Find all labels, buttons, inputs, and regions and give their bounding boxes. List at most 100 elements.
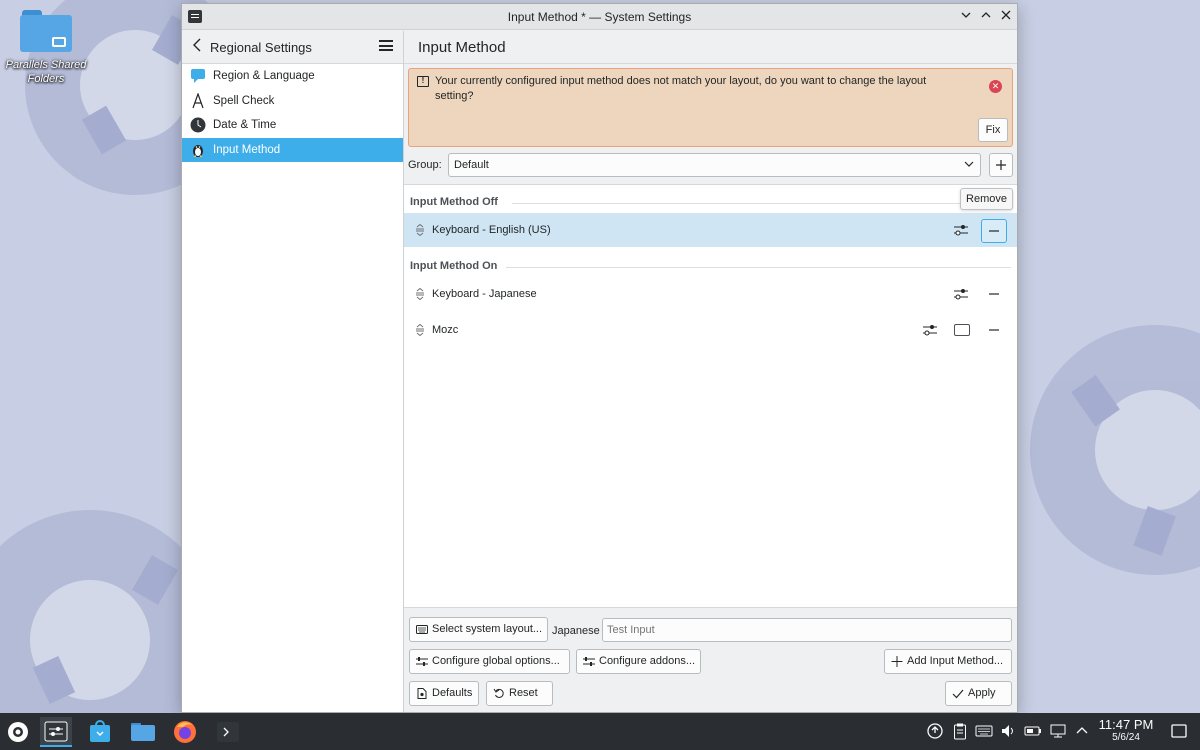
main-header: Input Method [404, 31, 1017, 64]
sidebar-item-label: Spell Check [213, 94, 275, 107]
configure-icon[interactable] [922, 322, 938, 338]
configure-icon [416, 657, 428, 666]
list-item[interactable]: Keyboard - Japanese [404, 277, 1017, 311]
network-icon[interactable] [1049, 722, 1067, 740]
add-input-method-label: Add Input Method... [907, 655, 1004, 667]
layout-mismatch-warning: ! Your currently configured input method… [408, 68, 1013, 147]
test-language-label: Japanese [552, 625, 600, 637]
tux-icon [193, 144, 203, 157]
input-method-list: Input Method Off Keyboard - English (US)… [404, 184, 1017, 608]
sidebar-item-spell-check[interactable]: Spell Check [182, 89, 403, 114]
drag-handle-icon [416, 224, 424, 236]
clipboard-icon[interactable] [951, 722, 969, 740]
test-input-field[interactable] [602, 618, 1012, 642]
region-language-icon [191, 69, 205, 83]
configure-addons-button[interactable]: Configure addons... [576, 649, 701, 674]
drag-handle-icon [416, 324, 424, 336]
list-item[interactable]: Keyboard - English (US) [404, 213, 1017, 247]
terminal-icon [217, 722, 239, 742]
remove-button[interactable] [981, 219, 1007, 243]
sidebar-item-label: Input Method [213, 143, 281, 156]
spell-check-icon [192, 92, 204, 108]
defaults-button[interactable]: Defaults [409, 681, 479, 706]
section-divider [506, 267, 1011, 268]
defaults-label: Defaults [432, 687, 473, 699]
close-button[interactable] [997, 8, 1015, 26]
remove-button[interactable] [981, 319, 1007, 343]
close-warning-icon[interactable]: ✕ [989, 80, 1002, 93]
fix-button[interactable]: Fix [978, 118, 1008, 142]
chevron-up-icon [981, 12, 991, 18]
sidebar-title: Regional Settings [210, 40, 312, 55]
add-input-method-button[interactable]: Add Input Method... [884, 649, 1012, 674]
volume-icon[interactable] [1000, 722, 1018, 740]
group-row: Group: Default [408, 153, 1013, 179]
configure-global-options-button[interactable]: Configure global options... [409, 649, 570, 674]
keyboard-icon[interactable] [975, 722, 993, 740]
window-titlebar[interactable]: Input Method * — System Settings [182, 4, 1017, 30]
chevron-up-icon[interactable] [1073, 722, 1091, 740]
show-desktop-icon[interactable] [1170, 722, 1188, 740]
configure-icon[interactable] [953, 286, 969, 302]
apply-label: Apply [968, 687, 996, 699]
configure-icon[interactable] [953, 222, 969, 238]
battery-icon[interactable] [1024, 722, 1042, 740]
section-header-on: Input Method On [410, 260, 498, 272]
clock-icon [190, 117, 206, 133]
system-settings-icon [44, 721, 68, 742]
warning-icon: ! [417, 76, 429, 87]
taskbar-discover[interactable] [84, 717, 116, 747]
minimize-button[interactable] [957, 8, 975, 26]
sidebar-item-input-method[interactable]: Input Method [182, 137, 403, 162]
sidebar-item-region-language[interactable]: Region & Language [182, 64, 403, 89]
remove-tooltip: Remove [960, 188, 1013, 210]
reset-label: Reset [509, 687, 538, 699]
add-group-button[interactable] [989, 153, 1013, 177]
taskbar-system-settings[interactable] [40, 717, 72, 747]
taskbar-konsole[interactable] [212, 717, 244, 747]
updates-icon[interactable] [926, 722, 944, 740]
minus-icon [989, 230, 999, 232]
taskbar-firefox[interactable] [169, 717, 201, 747]
group-select-value: Default [454, 159, 489, 171]
sidebar-item-date-time[interactable]: Date & Time [182, 113, 403, 138]
reset-button[interactable]: Reset [486, 681, 553, 706]
checkmark-icon [952, 689, 964, 699]
drag-handle-icon [416, 288, 424, 300]
clock-date: 5/6/24 [1112, 732, 1140, 743]
clock-time: 11:47 PM [1098, 717, 1154, 732]
apply-button[interactable]: Apply [945, 681, 1012, 706]
desktop-icon-label: Parallels Shared Folders [5, 59, 87, 85]
maximize-button[interactable] [977, 8, 995, 26]
kde-logo-icon [8, 722, 28, 742]
group-select[interactable]: Default [448, 153, 981, 177]
sidebar-item-label: Region & Language [213, 70, 315, 82]
sidebar-header: Regional Settings [182, 31, 403, 64]
folder-icon [20, 8, 72, 52]
configure-icon [583, 657, 595, 666]
select-system-layout-button[interactable]: Select system layout... [409, 617, 548, 642]
desktop-icon-parallels-shared-folders[interactable]: Parallels Shared Folders [4, 8, 88, 86]
remove-button[interactable] [981, 283, 1007, 307]
list-item-label: Mozc [432, 324, 459, 336]
minus-icon [989, 329, 999, 331]
page-title: Input Method [418, 39, 506, 56]
warning-text: Your currently configured input method d… [435, 75, 927, 102]
main-panel: Input Method ! Your currently configured… [404, 31, 1017, 712]
section-header-off: Input Method Off [410, 196, 498, 208]
back-button[interactable] [192, 38, 202, 56]
application-launcher-button[interactable] [2, 717, 34, 747]
chevron-down-icon [964, 161, 974, 167]
firefox-icon [174, 721, 196, 743]
document-defaults-icon [417, 688, 427, 699]
digital-clock[interactable]: 11:47 PM 5/6/24 [1095, 717, 1157, 743]
select-system-layout-label: Select system layout... [432, 623, 543, 635]
hamburger-menu-icon[interactable] [379, 40, 393, 51]
section-divider [512, 203, 1011, 204]
configure-global-options-label: Configure global options... [432, 655, 560, 667]
keyboard-icon[interactable] [954, 324, 970, 336]
minus-icon [989, 293, 999, 295]
list-item[interactable]: Mozc [404, 313, 1017, 347]
plus-icon [996, 160, 1006, 170]
taskbar-dolphin[interactable] [127, 717, 159, 747]
